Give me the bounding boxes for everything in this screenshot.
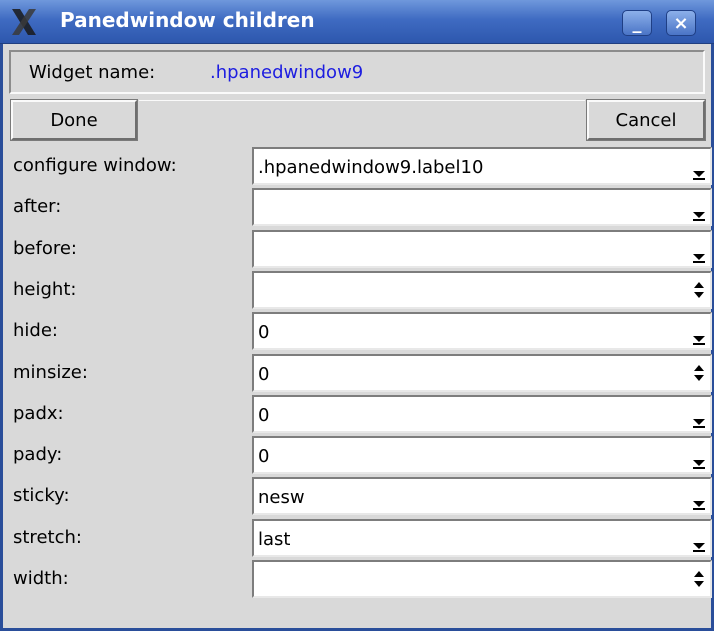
configure-window-combobox[interactable]: .hpanedwindow9.label10 xyxy=(252,147,712,185)
dropdown-arrow-icon[interactable] xyxy=(690,438,708,472)
x-icon xyxy=(12,9,36,35)
spin-arrows-icon[interactable] xyxy=(690,356,708,390)
after-label: after: xyxy=(13,196,62,217)
minimize-button[interactable]: _ xyxy=(622,10,652,36)
pady-value: 0 xyxy=(258,446,270,467)
button-bar-spacer xyxy=(139,100,585,140)
dropdown-arrow-icon[interactable] xyxy=(690,149,708,183)
dropdown-arrow-icon[interactable] xyxy=(690,397,708,431)
stretch-value: last xyxy=(258,529,291,550)
pady-combobox[interactable]: 0 xyxy=(252,436,712,474)
stretch-label: stretch: xyxy=(13,527,82,548)
spin-arrows-icon[interactable] xyxy=(690,273,708,307)
hide-label: hide: xyxy=(13,320,58,341)
spin-arrows-icon[interactable] xyxy=(690,562,708,596)
dropdown-arrow-icon[interactable] xyxy=(690,479,708,513)
configure-window-label: configure window: xyxy=(13,155,177,176)
window-title: Panedwindow children xyxy=(60,8,315,32)
padx-value: 0 xyxy=(258,405,270,426)
configure-window-value: .hpanedwindow9.label10 xyxy=(258,157,484,178)
widget-name-frame: Widget name: .hpanedwindow9 xyxy=(9,50,705,94)
close-icon: × xyxy=(673,12,689,34)
close-button[interactable]: × xyxy=(666,10,696,36)
widget-name-label: Widget name: xyxy=(29,62,156,83)
dropdown-arrow-icon[interactable] xyxy=(690,521,708,555)
minsize-spinbox[interactable]: 0 xyxy=(252,354,712,392)
widget-name-value: .hpanedwindow9 xyxy=(210,62,364,83)
sticky-value: nesw xyxy=(258,487,305,508)
width-label: width: xyxy=(13,568,69,589)
minsize-label: minsize: xyxy=(13,362,88,383)
dropdown-arrow-icon[interactable] xyxy=(690,190,708,224)
before-combobox[interactable] xyxy=(252,230,712,268)
before-label: before: xyxy=(13,238,77,259)
cancel-button[interactable]: Cancel xyxy=(586,99,706,141)
dropdown-arrow-icon[interactable] xyxy=(690,314,708,348)
height-spinbox[interactable] xyxy=(252,271,712,309)
hide-combobox[interactable]: 0 xyxy=(252,312,712,350)
padx-label: padx: xyxy=(13,403,64,424)
dialog-window: Panedwindow children _ × Widget name: .h… xyxy=(0,0,714,631)
done-button-label: Done xyxy=(50,109,98,131)
sticky-label: sticky: xyxy=(13,485,70,506)
done-button[interactable]: Done xyxy=(10,99,138,141)
cancel-button-label: Cancel xyxy=(615,109,677,131)
stretch-combobox[interactable]: last xyxy=(252,519,712,557)
after-combobox[interactable] xyxy=(252,188,712,226)
padx-combobox[interactable]: 0 xyxy=(252,395,712,433)
height-label: height: xyxy=(13,279,77,300)
sticky-combobox[interactable]: nesw xyxy=(252,477,712,515)
minsize-value: 0 xyxy=(258,364,270,385)
pady-label: pady: xyxy=(13,444,63,465)
width-spinbox[interactable] xyxy=(252,560,712,598)
title-bar[interactable]: Panedwindow children _ × xyxy=(0,0,714,44)
dropdown-arrow-icon[interactable] xyxy=(690,232,708,266)
hide-value: 0 xyxy=(258,322,270,343)
minimize-icon: _ xyxy=(632,12,642,34)
